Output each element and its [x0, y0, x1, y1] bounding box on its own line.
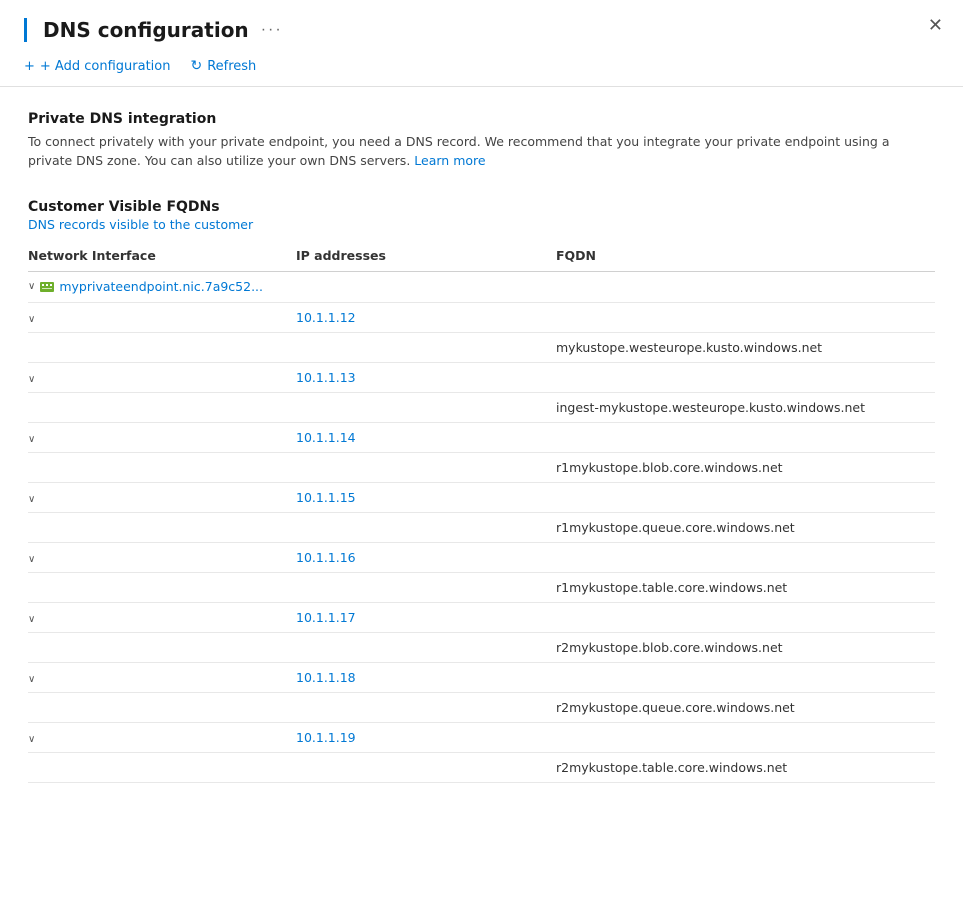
- add-configuration-label: + Add configuration: [40, 59, 171, 74]
- fqdn-value: r1mykustope.queue.core.windows.net: [556, 520, 795, 535]
- ip-address: 10.1.1.19: [296, 730, 356, 745]
- ip-row: ∨ 10.1.1.13: [28, 362, 935, 392]
- ip-row: ∨ 10.1.1.15: [28, 482, 935, 512]
- ip-chevron[interactable]: ∨: [28, 434, 35, 445]
- ip-address: 10.1.1.13: [296, 370, 356, 385]
- fqdn-value: ingest-mykustope.westeurope.kusto.window…: [556, 400, 865, 415]
- fqdn-section-title: Customer Visible FQDNs: [28, 199, 935, 215]
- nic-chevron[interactable]: ∨: [28, 281, 35, 292]
- fqdn-section-subtitle: DNS records visible to the customer: [28, 217, 935, 232]
- fqdn-value: r2mykustope.table.core.windows.net: [556, 760, 787, 775]
- learn-more-link[interactable]: Learn more: [414, 153, 485, 168]
- fqdn-row: r1mykustope.table.core.windows.net: [28, 572, 935, 602]
- ip-row: ∨ 10.1.1.12: [28, 302, 935, 332]
- add-configuration-button[interactable]: + + Add configuration: [24, 59, 170, 74]
- ip-address: 10.1.1.12: [296, 310, 356, 325]
- dns-configuration-panel: DNS configuration ··· ✕ + + Add configur…: [0, 0, 963, 906]
- ip-chevron[interactable]: ∨: [28, 734, 35, 745]
- fqdn-value: r1mykustope.blob.core.windows.net: [556, 460, 783, 475]
- fqdn-row: r2mykustope.table.core.windows.net: [28, 752, 935, 782]
- ip-address: 10.1.1.17: [296, 610, 356, 625]
- content-area: Private DNS integration To connect priva…: [0, 87, 963, 783]
- fqdn-row: mykustope.westeurope.kusto.windows.net: [28, 332, 935, 362]
- ip-address: 10.1.1.16: [296, 550, 356, 565]
- private-dns-description: To connect privately with your private e…: [28, 133, 935, 171]
- ip-chevron[interactable]: ∨: [28, 494, 35, 505]
- ip-row: ∨ 10.1.1.14: [28, 422, 935, 452]
- ip-chevron[interactable]: ∨: [28, 314, 35, 325]
- fqdn-section: Customer Visible FQDNs DNS records visib…: [28, 199, 935, 783]
- private-dns-title: Private DNS integration: [28, 111, 935, 127]
- ellipsis-button[interactable]: ···: [257, 21, 287, 39]
- fqdn-value: r2mykustope.queue.core.windows.net: [556, 700, 795, 715]
- table-header: Network Interface IP addresses FQDN: [28, 242, 935, 272]
- fqdn-value: r2mykustope.blob.core.windows.net: [556, 640, 783, 655]
- ip-row: ∨ 10.1.1.19: [28, 722, 935, 752]
- fqdn-value: r1mykustope.table.core.windows.net: [556, 580, 787, 595]
- refresh-button[interactable]: ↻ Refresh: [190, 58, 256, 74]
- ip-row: ∨ 10.1.1.18: [28, 662, 935, 692]
- fqdn-row: r1mykustope.queue.core.windows.net: [28, 512, 935, 542]
- ip-address: 10.1.1.18: [296, 670, 356, 685]
- fqdn-row: r2mykustope.blob.core.windows.net: [28, 632, 935, 662]
- ip-row: ∨ 10.1.1.17: [28, 602, 935, 632]
- ip-address: 10.1.1.15: [296, 490, 356, 505]
- refresh-icon: ↻: [190, 58, 202, 74]
- toolbar: + + Add configuration ↻ Refresh: [0, 42, 963, 87]
- ip-chevron[interactable]: ∨: [28, 674, 35, 685]
- nic-parent-row: ∨: [28, 271, 935, 302]
- fqdn-table: Network Interface IP addresses FQDN ∨: [28, 242, 935, 783]
- close-button[interactable]: ✕: [928, 16, 943, 34]
- nic-icon: [39, 279, 55, 295]
- fqdn-row: ingest-mykustope.westeurope.kusto.window…: [28, 392, 935, 422]
- refresh-label: Refresh: [207, 59, 256, 74]
- fqdn-row: r2mykustope.queue.core.windows.net: [28, 692, 935, 722]
- ip-chevron[interactable]: ∨: [28, 554, 35, 565]
- add-icon: +: [24, 59, 35, 74]
- column-header-network: Network Interface: [28, 242, 288, 272]
- title-accent-bar: [24, 18, 27, 42]
- fqdn-row: r1mykustope.blob.core.windows.net: [28, 452, 935, 482]
- nic-name[interactable]: myprivateendpoint.nic.7a9c52...: [59, 279, 263, 294]
- nic-cell: ∨: [28, 279, 927, 295]
- ip-address: 10.1.1.14: [296, 430, 356, 445]
- column-header-fqdn: FQDN: [548, 242, 935, 272]
- private-dns-section: Private DNS integration To connect priva…: [28, 111, 935, 171]
- column-header-ip: IP addresses: [288, 242, 548, 272]
- ip-row: ∨ 10.1.1.16: [28, 542, 935, 572]
- title-bar: DNS configuration ···: [24, 18, 287, 42]
- ip-chevron[interactable]: ∨: [28, 374, 35, 385]
- panel-title: DNS configuration: [43, 18, 249, 42]
- ip-chevron[interactable]: ∨: [28, 614, 35, 625]
- panel-header: DNS configuration ··· ✕: [0, 0, 963, 42]
- fqdn-value: mykustope.westeurope.kusto.windows.net: [556, 340, 822, 355]
